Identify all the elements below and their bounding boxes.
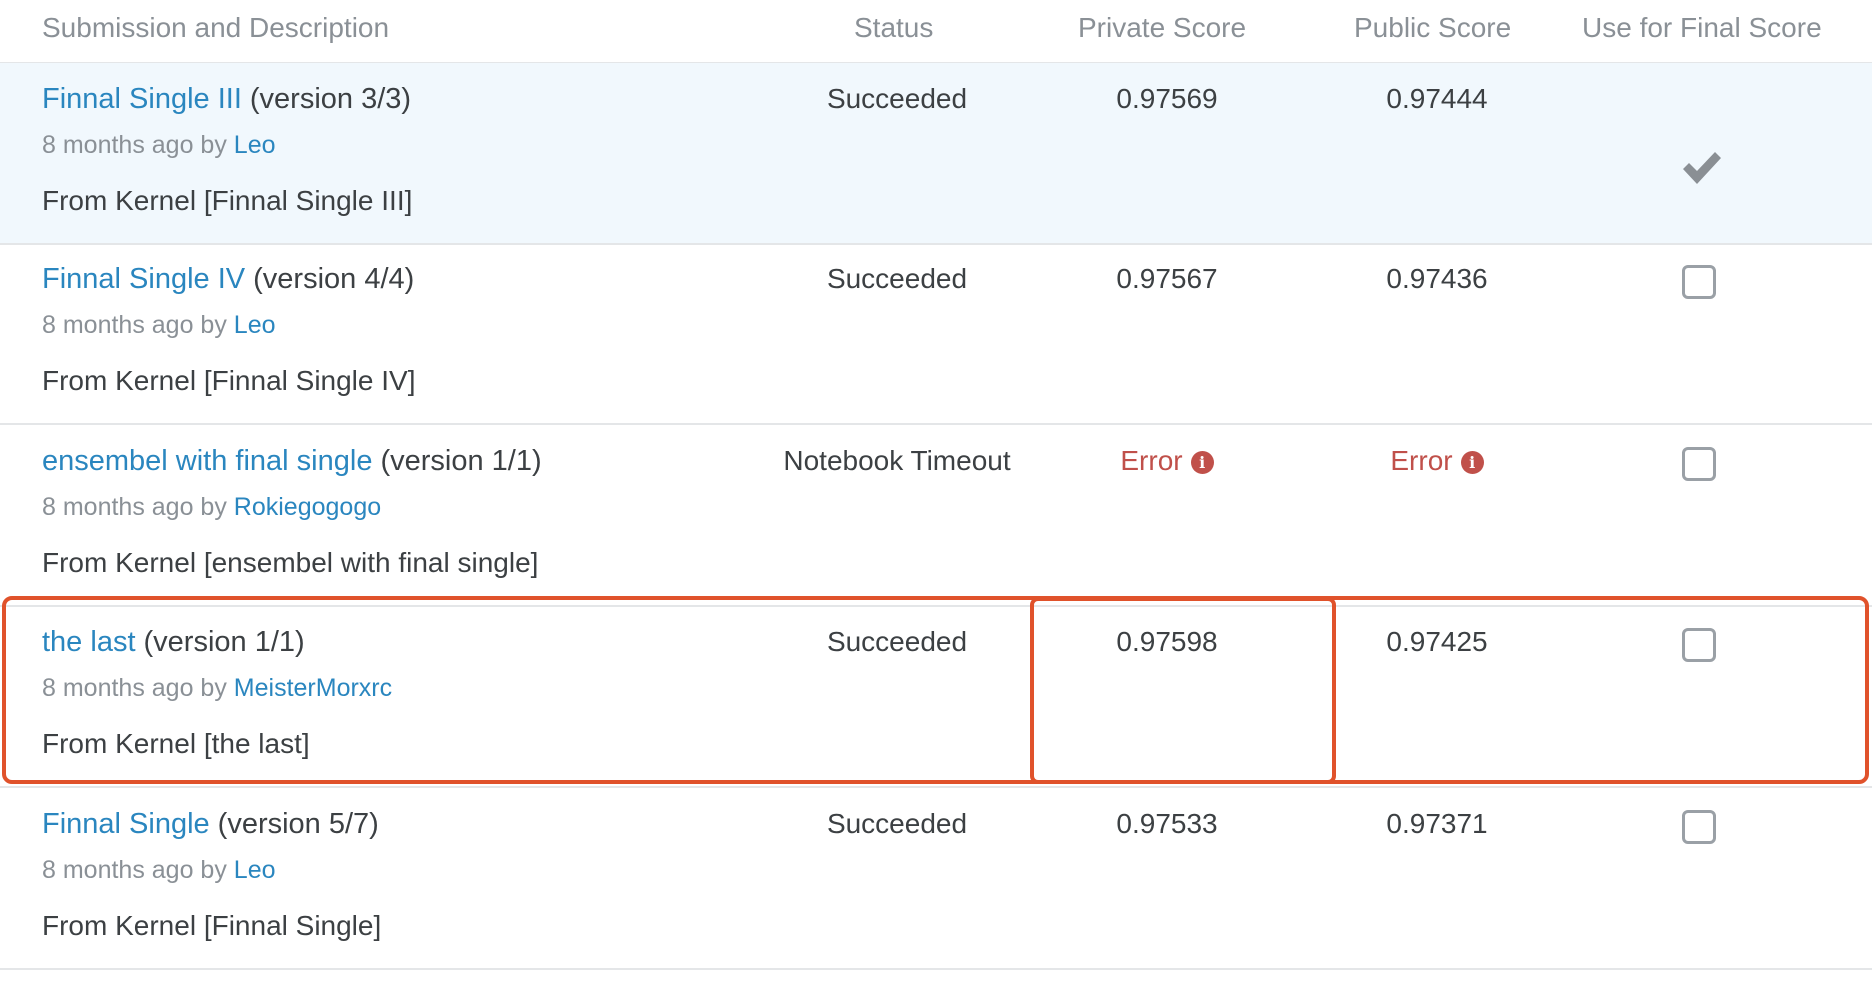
submission-meta: 8 months ago by Rokiegogogo — [42, 493, 381, 522]
private-score: 0.97569 — [1116, 83, 1218, 114]
submission-title: ensembel with final single (version 1/1) — [42, 445, 542, 478]
submission-meta: 8 months ago by Leo — [42, 311, 276, 340]
table-row: Finnal Single IV (version 4/4) 8 months a… — [0, 243, 1872, 425]
submission-description: From Kernel [Finnal Single III] — [42, 185, 413, 216]
submission-link[interactable]: Finnal Single III — [42, 83, 242, 115]
status-text: Succeeded — [826, 626, 968, 657]
info-icon[interactable]: i — [1460, 451, 1484, 474]
submission-title: the last (version 1/1) — [42, 626, 305, 659]
submission-version: (version 5/7) — [217, 808, 379, 840]
header-status: Status — [854, 12, 934, 43]
submission-link[interactable]: the last — [42, 626, 136, 658]
submission-version: (version 1/1) — [143, 626, 305, 658]
public-score: 0.97371 — [1386, 808, 1488, 839]
use-for-final-checkbox[interactable] — [1682, 810, 1716, 844]
submission-link[interactable]: Finnal Single IV — [42, 263, 245, 295]
table-row: the last (version 1/1) 8 months ago by Me… — [0, 606, 1872, 788]
submission-time: 8 months ago by — [42, 131, 227, 159]
submission-description: From Kernel [Finnal Single] — [42, 910, 382, 941]
submission-meta: 8 months ago by Leo — [42, 131, 276, 160]
submission-time: 8 months ago by — [42, 311, 227, 339]
use-for-final-checkbox[interactable] — [1682, 447, 1716, 481]
submission-version: (version 4/4) — [253, 263, 415, 295]
checkmark-icon[interactable] — [1680, 149, 1724, 187]
error-text: Error — [1120, 445, 1183, 476]
submission-link[interactable]: ensembel with final single — [42, 445, 372, 477]
author-link[interactable]: Leo — [234, 856, 276, 884]
submission-version: (version 1/1) — [380, 445, 542, 477]
submission-title: Finnal Single IV (version 4/4) — [42, 263, 414, 296]
submission-description: From Kernel [ensembel with final single] — [42, 547, 539, 578]
submission-time: 8 months ago by — [42, 674, 227, 702]
submission-meta: 8 months ago by MeisterMorxrc — [42, 674, 392, 703]
submission-link[interactable]: Finnal Single — [42, 808, 210, 840]
public-score: 0.97436 — [1386, 263, 1488, 294]
public-score: 0.97444 — [1386, 83, 1488, 114]
table-row: ensembel with final single (version 1/1) … — [0, 425, 1872, 607]
private-score-error: Error i — [1032, 445, 1302, 477]
status-text: Succeeded — [826, 808, 968, 839]
header-public-score: Public Score — [1354, 12, 1512, 43]
header-submission: Submission and Description — [42, 12, 390, 43]
submission-meta: 8 months ago by Leo — [42, 856, 276, 885]
table-row: Finnal Single III (version 3/3) 8 months … — [0, 63, 1872, 245]
table-header: Submission and Description Status Privat… — [0, 0, 1872, 63]
submission-time: 8 months ago by — [42, 856, 227, 884]
author-link[interactable]: Leo — [234, 311, 276, 339]
submission-description: From Kernel [the last] — [42, 728, 310, 759]
submission-description: From Kernel [Finnal Single IV] — [42, 365, 416, 396]
submission-title: Finnal Single (version 5/7) — [42, 808, 379, 841]
use-for-final-checkbox[interactable] — [1682, 265, 1716, 299]
private-score: 0.97533 — [1116, 808, 1218, 839]
status-text: Succeeded — [826, 83, 968, 114]
public-score-error: Error i — [1302, 445, 1572, 477]
status-text: Succeeded — [826, 263, 968, 294]
use-for-final-checkbox[interactable] — [1682, 628, 1716, 662]
submissions-table: Submission and Description Status Privat… — [0, 0, 1872, 990]
private-score: 0.97598 — [1116, 626, 1218, 657]
table-row: Finnal Single (version 5/7) 8 months ago … — [0, 788, 1872, 970]
submission-time: 8 months ago by — [42, 493, 227, 521]
info-icon[interactable]: i — [1190, 451, 1214, 474]
author-link[interactable]: Rokiegogogo — [234, 493, 381, 521]
submission-version: (version 3/3) — [249, 83, 412, 115]
header-use-for-final: Use for Final Score — [1582, 12, 1822, 43]
submission-title: Finnal Single III (version 3/3) — [42, 83, 411, 116]
status-text: Notebook Timeout — [783, 445, 1011, 476]
header-private-score: Private Score — [1078, 12, 1247, 43]
author-link[interactable]: MeisterMorxrc — [234, 674, 392, 702]
error-text: Error — [1390, 445, 1453, 476]
private-score: 0.97567 — [1116, 263, 1218, 294]
public-score: 0.97425 — [1386, 626, 1488, 657]
author-link[interactable]: Leo — [234, 131, 276, 159]
